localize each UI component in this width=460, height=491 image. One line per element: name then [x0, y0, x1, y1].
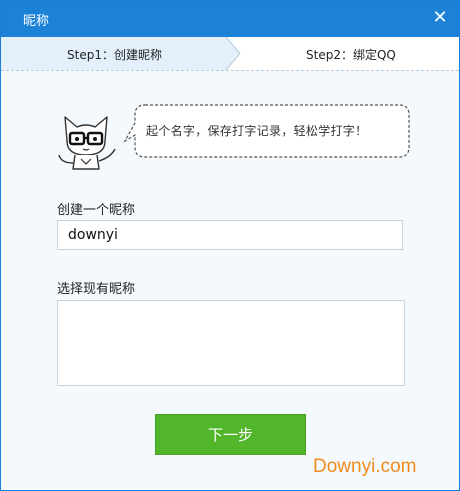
step2-label: Step2：绑定QQ: [306, 48, 396, 62]
bubble-text: 起个名字，保存打字记录，轻松学打字！: [146, 124, 368, 138]
title-bar: 昵称 ✕: [1, 1, 459, 37]
existing-nickname-label: 选择现有昵称: [57, 282, 136, 297]
existing-nickname-list[interactable]: [57, 300, 405, 386]
step-arrow-icon: [226, 37, 241, 70]
step1-label: Step1：创建昵称: [67, 48, 162, 62]
close-icon[interactable]: ✕: [431, 9, 449, 27]
watermark-text: Downyi.com: [313, 456, 417, 477]
nickname-input[interactable]: [57, 220, 403, 250]
window-title: 昵称: [23, 14, 50, 29]
next-button[interactable]: 下一步: [155, 414, 306, 455]
step-indicator: Step1：创建昵称 Step2：绑定QQ: [1, 37, 459, 71]
create-nickname-label: 创建一个昵称: [57, 203, 136, 218]
dialog-window: 昵称 ✕ Step1：创建昵称 Step2：绑定QQ 起个名字，保存打字记录，轻…: [0, 0, 460, 491]
cat-mascot-icon: [58, 116, 116, 170]
